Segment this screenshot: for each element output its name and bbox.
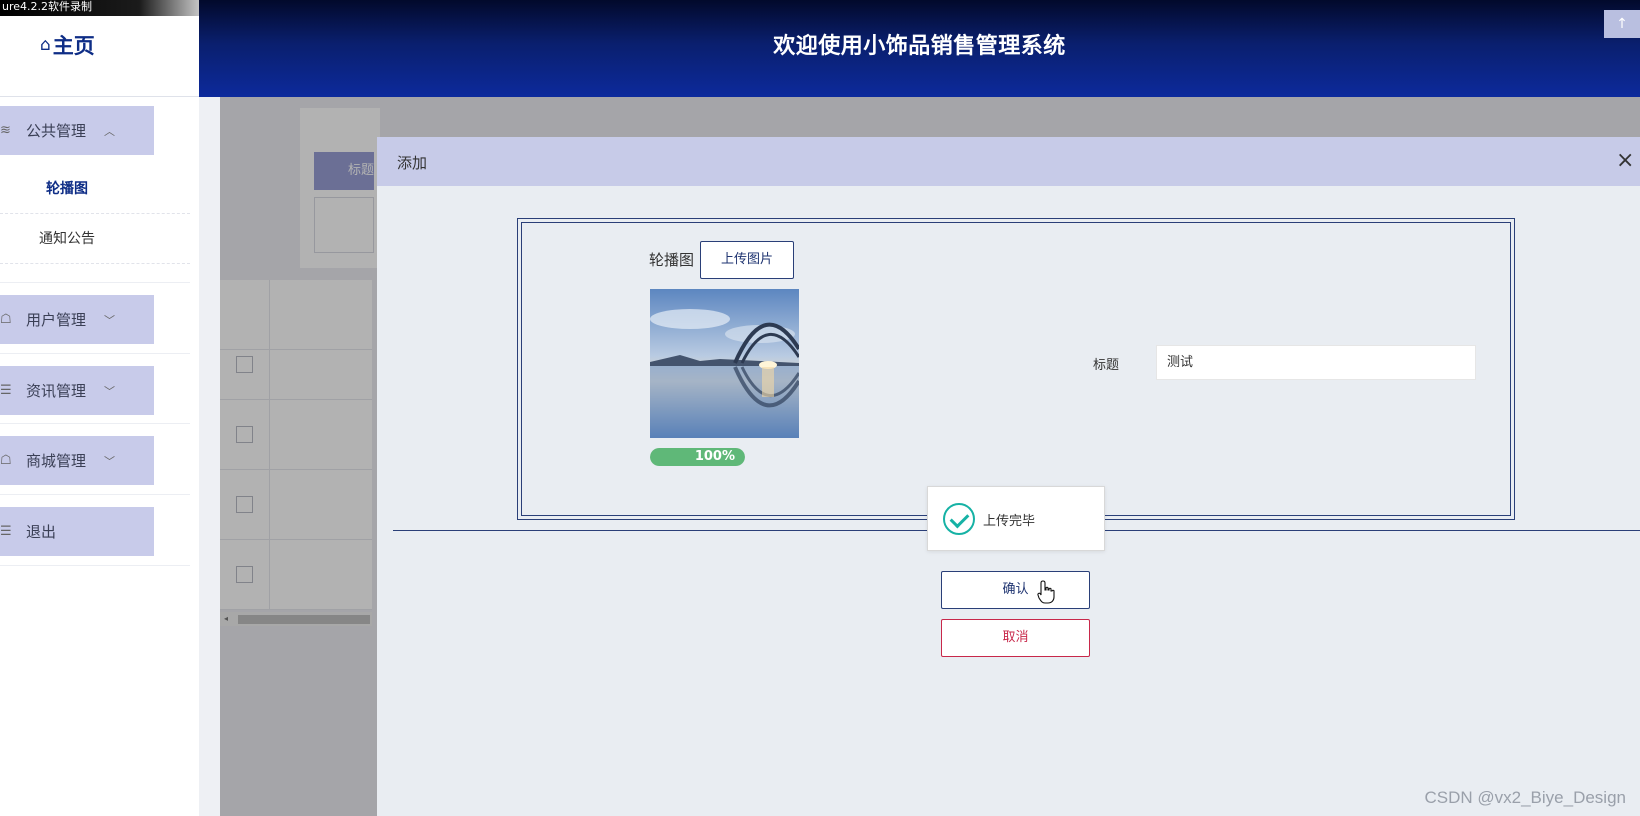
carousel-label: 轮播图 [649, 251, 695, 269]
layers-icon: ≋ [0, 123, 11, 138]
title-label: 标题 [1093, 358, 1120, 373]
menu-label: 用户管理 [26, 311, 87, 329]
cancel-button[interactable]: 取消 [941, 619, 1090, 657]
check-circle-icon [943, 503, 975, 535]
menu-label: 公共管理 [26, 122, 87, 140]
upload-image-button[interactable]: 上传图片 [700, 241, 794, 279]
upload-progress-bar: 100% [650, 448, 745, 466]
menu-news-management[interactable]: ☰ 资讯管理 ﹀ [0, 366, 154, 415]
scroll-top-button[interactable]: ↑ [1604, 10, 1640, 38]
toast-message: 上传完毕 [983, 514, 1036, 529]
list-icon: ☰ [0, 383, 12, 398]
chevron-down-icon: ﹀ [104, 384, 116, 398]
confirm-button[interactable]: 确认 [941, 571, 1090, 609]
close-icon[interactable]: × [1616, 147, 1640, 175]
menu-shop-management[interactable]: ☖ 商城管理 ﹀ [0, 436, 154, 485]
chevron-down-icon: ﹀ [104, 454, 116, 468]
menu-public-management[interactable]: ≋ 公共管理 ︿ [0, 106, 154, 155]
dialog-header: 添加 × [377, 137, 1640, 186]
upload-complete-toast: 上传完毕 [927, 486, 1105, 551]
logo-area: ure4.2.2软件录制 ⌂ 主页 [0, 0, 199, 97]
recorder-label: ure4.2.2软件录制 [0, 0, 199, 16]
header-banner: 欢迎使用小饰品销售管理系统 ↑ [199, 0, 1640, 97]
sidebar-item-carousel[interactable]: 轮播图 [0, 164, 190, 214]
home-label: 主页 [52, 34, 95, 58]
progress-text: 100% [694, 449, 735, 464]
menu-group-shop: ☖ 商城管理 ﹀ [0, 424, 190, 495]
home-icon: ⌂ [40, 35, 51, 55]
menu-logout[interactable]: ☰ 退出 [0, 507, 154, 556]
menu-label: 资讯管理 [26, 382, 87, 400]
uploaded-image-preview[interactable] [650, 289, 799, 438]
home-link[interactable]: ⌂ 主页 [40, 30, 95, 60]
menu-label: 退出 [26, 523, 57, 541]
menu-group-news: ☰ 资讯管理 ﹀ [0, 354, 190, 424]
top-header: ure4.2.2软件录制 ⌂ 主页 欢迎使用小饰品销售管理系统 ↑ [0, 0, 1640, 97]
menu-group-public: ≋ 公共管理 ︿ 轮播图 通知公告 [0, 97, 190, 283]
menu-user-management[interactable]: ☖ 用户管理 ﹀ [0, 295, 154, 344]
hand-cursor-icon [1037, 580, 1055, 604]
title-input[interactable]: 测试 [1156, 345, 1476, 380]
user-icon: ☖ [0, 312, 12, 327]
menu-label: 商城管理 [26, 452, 87, 470]
menu-group-user: ☖ 用户管理 ﹀ [0, 283, 190, 354]
page-title: 欢迎使用小饰品销售管理系统 [773, 34, 1066, 59]
watermark: CSDN @vx2_Biye_Design [1424, 788, 1626, 807]
add-dialog: 添加 × 轮播图 上传图片 100% 标题 测试 上传完毕 确认 取消 [377, 137, 1640, 816]
shop-icon: ☖ [0, 453, 12, 468]
sidebar: ≋ 公共管理 ︿ 轮播图 通知公告 ☖ 用户管理 ﹀ ☰ 资讯管理 ﹀ ☖ 商城… [0, 97, 199, 816]
menu-group-logout: ☰ 退出 [0, 495, 190, 566]
dialog-title: 添加 [397, 154, 428, 172]
bridge-photo [650, 289, 799, 438]
logout-icon: ☰ [0, 524, 12, 539]
chevron-down-icon: ﹀ [104, 313, 116, 327]
chevron-up-icon: ︿ [104, 124, 116, 138]
sidebar-item-notice[interactable]: 通知公告 [0, 214, 190, 264]
